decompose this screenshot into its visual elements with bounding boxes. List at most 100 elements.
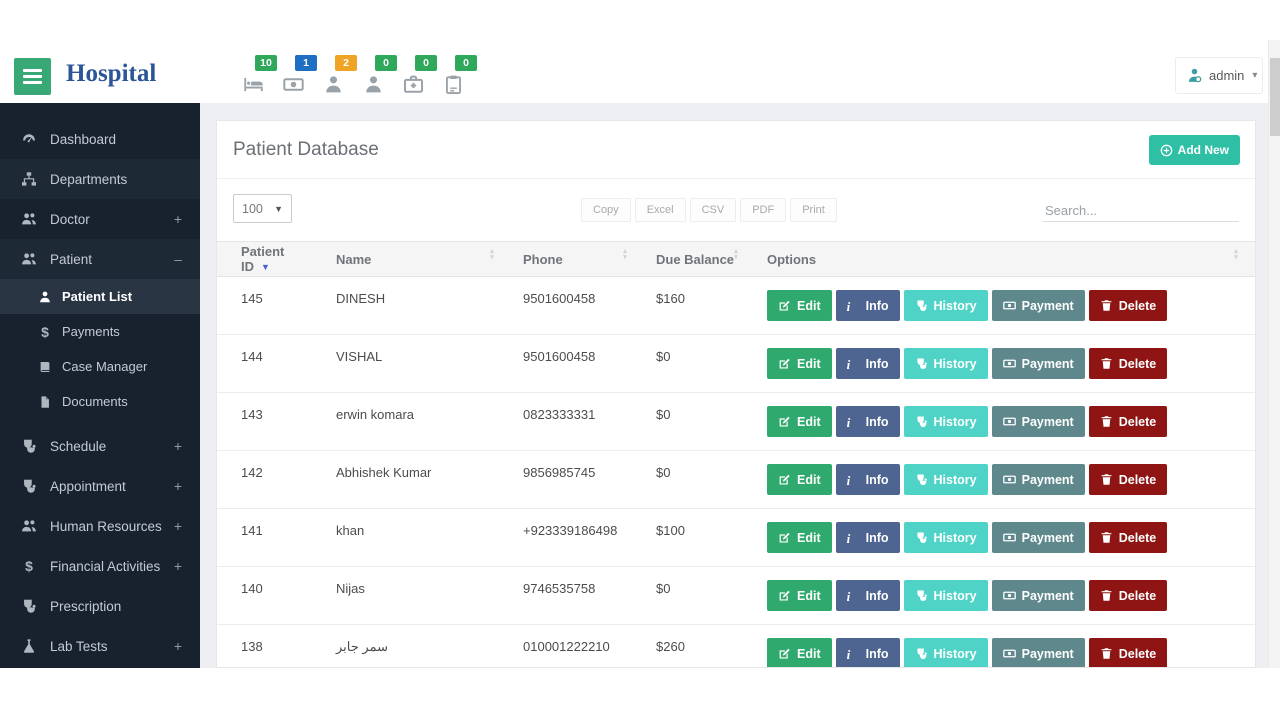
sidebar-item-documents[interactable]: Documents bbox=[0, 384, 200, 419]
edit-button[interactable]: Edit bbox=[767, 406, 832, 437]
history-button[interactable]: History bbox=[904, 290, 988, 321]
delete-button[interactable]: Delete bbox=[1089, 638, 1168, 668]
delete-button[interactable]: Delete bbox=[1089, 290, 1168, 321]
sidebar-item-label: Dashboard bbox=[50, 132, 116, 147]
info-button[interactable]: iInfo bbox=[836, 290, 900, 321]
sidebar-item-case-manager[interactable]: Case Manager bbox=[0, 349, 200, 384]
sidebar-toggle-button[interactable] bbox=[14, 58, 51, 95]
options-cell: EditiInfoHistoryPaymentDelete bbox=[743, 277, 1255, 335]
info-button[interactable]: iInfo bbox=[836, 638, 900, 668]
sidebar-item-payments[interactable]: $Payments bbox=[0, 314, 200, 349]
column-header-patient-id[interactable]: Patient ID▼ bbox=[217, 242, 312, 277]
excel-export-button[interactable]: Excel bbox=[635, 198, 686, 222]
scrollbar-thumb[interactable] bbox=[1270, 58, 1280, 136]
delete-icon bbox=[1100, 473, 1113, 486]
sidebar-item-schedule[interactable]: Schedule+ bbox=[0, 426, 200, 466]
delete-button[interactable]: Delete bbox=[1089, 348, 1168, 379]
header-badge-bed[interactable]: 10 bbox=[243, 55, 277, 96]
sidebar-item-label: Documents bbox=[62, 394, 128, 409]
payment-icon bbox=[1003, 473, 1016, 486]
payment-button[interactable]: Payment bbox=[992, 522, 1085, 553]
add-new-button[interactable]: Add New bbox=[1149, 135, 1240, 165]
sidebar-item-prescription[interactable]: Prescription bbox=[0, 586, 200, 626]
column-header-options[interactable]: Options▴▾ bbox=[743, 242, 1255, 277]
info-button[interactable]: iInfo bbox=[836, 464, 900, 495]
delete-button[interactable]: Delete bbox=[1089, 464, 1168, 495]
column-header-name[interactable]: Name▴▾ bbox=[312, 242, 499, 277]
name-cell: سمر جابر bbox=[312, 625, 499, 669]
payment-button[interactable]: Payment bbox=[992, 638, 1085, 668]
delete-button[interactable]: Delete bbox=[1089, 580, 1168, 611]
info-icon: i bbox=[847, 357, 860, 370]
history-button[interactable]: History bbox=[904, 406, 988, 437]
sidebar-item-patient-list[interactable]: Patient List bbox=[0, 279, 200, 314]
info-button[interactable]: iInfo bbox=[836, 348, 900, 379]
csv-export-button[interactable]: CSV bbox=[690, 198, 737, 222]
sidebar-item-human-resources[interactable]: Human Resources+ bbox=[0, 506, 200, 546]
payment-button[interactable]: Payment bbox=[992, 290, 1085, 321]
sidebar-item-label: Case Manager bbox=[62, 359, 147, 374]
column-label: Due Balance bbox=[656, 252, 734, 267]
info-icon: i bbox=[847, 589, 860, 602]
header-badge-money[interactable]: 1 bbox=[283, 55, 317, 96]
main-content: Patient Database Add New 100 ▼ CopyExcel… bbox=[200, 103, 1268, 668]
history-button[interactable]: History bbox=[904, 638, 988, 668]
search-input[interactable] bbox=[1043, 200, 1239, 222]
delete-button-label: Delete bbox=[1119, 647, 1157, 661]
edit-button[interactable]: Edit bbox=[767, 348, 832, 379]
payment-button[interactable]: Payment bbox=[992, 406, 1085, 437]
export-buttons: CopyExcelCSVPDFPrint bbox=[581, 198, 841, 222]
history-button[interactable]: History bbox=[904, 464, 988, 495]
info-button[interactable]: iInfo bbox=[836, 522, 900, 553]
sidebar-item-doctor[interactable]: Doctor+ bbox=[0, 199, 200, 239]
scrollbar-track[interactable] bbox=[1268, 40, 1280, 668]
print-export-button[interactable]: Print bbox=[790, 198, 837, 222]
edit-icon bbox=[778, 647, 791, 660]
column-header-due-balance[interactable]: Due Balance▴▾ bbox=[632, 242, 743, 277]
copy-export-button[interactable]: Copy bbox=[581, 198, 631, 222]
payment-button[interactable]: Payment bbox=[992, 464, 1085, 495]
header-badge-doctor[interactable]: 0 bbox=[363, 55, 397, 96]
users-icon bbox=[21, 211, 37, 227]
history-button[interactable]: History bbox=[904, 580, 988, 611]
edit-button[interactable]: Edit bbox=[767, 290, 832, 321]
book-icon bbox=[38, 360, 52, 374]
history-button[interactable]: History bbox=[904, 522, 988, 553]
header-badge-report[interactable]: 0 bbox=[443, 55, 477, 96]
expand-plus-icon: + bbox=[174, 478, 182, 494]
history-icon bbox=[915, 531, 928, 544]
sidebar-item-departments[interactable]: Departments bbox=[0, 159, 200, 199]
sidebar-item-patient[interactable]: Patient– bbox=[0, 239, 200, 279]
edit-button[interactable]: Edit bbox=[767, 638, 832, 668]
sidebar-item-dashboard[interactable]: Dashboard bbox=[0, 119, 200, 159]
edit-button[interactable]: Edit bbox=[767, 580, 832, 611]
expand-plus-icon: + bbox=[174, 638, 182, 654]
payment-button[interactable]: Payment bbox=[992, 348, 1085, 379]
table-row: 138سمر جابر010001222210$260EditiInfoHist… bbox=[217, 625, 1255, 669]
sidebar-item-appointment[interactable]: Appointment+ bbox=[0, 466, 200, 506]
sidebar-item-lab-tests[interactable]: Lab Tests+ bbox=[0, 626, 200, 666]
admin-menu-button[interactable]: admin ▾ bbox=[1175, 57, 1263, 94]
edit-button[interactable]: Edit bbox=[767, 464, 832, 495]
header-badge-medkit[interactable]: 0 bbox=[403, 55, 437, 96]
delete-button[interactable]: Delete bbox=[1089, 406, 1168, 437]
expand-plus-icon: + bbox=[174, 558, 182, 574]
column-header-phone[interactable]: Phone▴▾ bbox=[499, 242, 632, 277]
payment-button[interactable]: Payment bbox=[992, 580, 1085, 611]
header-badge-patient[interactable]: 2 bbox=[323, 55, 357, 96]
payment-button-label: Payment bbox=[1022, 357, 1074, 371]
column-label: Phone bbox=[523, 252, 563, 267]
delete-button[interactable]: Delete bbox=[1089, 522, 1168, 553]
options-cell: EditiInfoHistoryPaymentDelete bbox=[743, 567, 1255, 625]
info-button[interactable]: iInfo bbox=[836, 580, 900, 611]
stethoscope-icon bbox=[21, 438, 37, 454]
pdf-export-button[interactable]: PDF bbox=[740, 198, 786, 222]
edit-button[interactable]: Edit bbox=[767, 522, 832, 553]
brand-logo-text: Hospital bbox=[66, 60, 156, 88]
info-button[interactable]: iInfo bbox=[836, 406, 900, 437]
payment-button-label: Payment bbox=[1022, 531, 1074, 545]
page-length-select[interactable]: 100 ▼ bbox=[233, 194, 292, 223]
sidebar-item-financial-activities[interactable]: $Financial Activities+ bbox=[0, 546, 200, 586]
history-button[interactable]: History bbox=[904, 348, 988, 379]
sidebar-item-label: Payments bbox=[62, 324, 120, 339]
